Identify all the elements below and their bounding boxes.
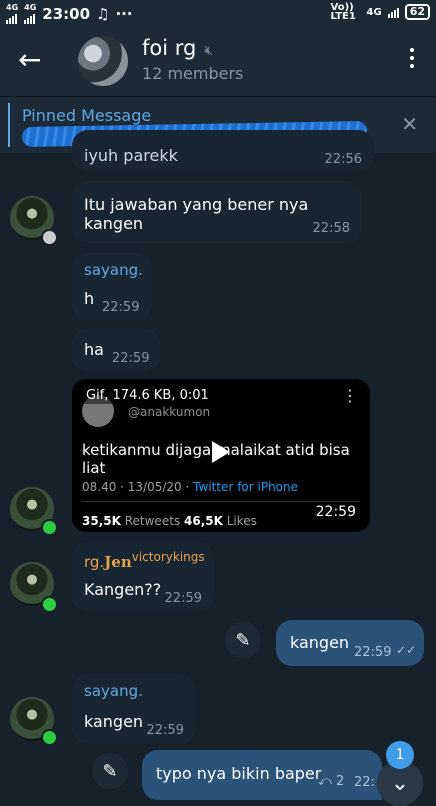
pinned-indicator [8, 103, 10, 147]
message-time: 22: [354, 775, 375, 790]
member-count: 12 members [142, 64, 244, 83]
chat-title: foi rg [142, 36, 197, 60]
signal-icon [387, 6, 399, 18]
retweet-label: Retweets [124, 514, 181, 528]
message-bubble[interactable]: ha 22:59 [72, 328, 160, 372]
network-indicator-1: 4G [6, 4, 18, 24]
unpin-icon[interactable]: ✕ [401, 112, 418, 136]
tweet-handle: @anakkumon [128, 405, 211, 419]
message-text: iyuh parekk [84, 146, 178, 165]
unread-badge: 1 [386, 741, 414, 769]
music-note-icon: ♫ [96, 5, 110, 23]
gif-info: Gif, 174.6 KB, 0:01 [82, 387, 213, 404]
sender-name-bold: Jen [104, 553, 132, 571]
gif-message[interactable]: Gif, 174.6 KB, 0:01 @anakkumon ⋮ ketikan… [72, 379, 370, 532]
network-indicator-2: 4G [24, 4, 36, 24]
more-vertical-icon[interactable]: ⋮ [342, 388, 358, 404]
message-text: typo nya bikin baper [156, 764, 322, 783]
message-bubble[interactable]: rg.Jenvictorykings Kangen?? 22:59 [72, 542, 214, 612]
back-arrow-icon[interactable]: ← [18, 46, 41, 74]
reply-count-value: 2 [336, 774, 345, 789]
group-avatar[interactable] [78, 36, 128, 86]
retweet-count: 35,5K [82, 514, 121, 528]
message-text: kangen [84, 712, 144, 731]
message-bubble[interactable]: sayang. h 22:59 [72, 253, 152, 321]
message-text: kangen [290, 633, 350, 652]
volte-label: Vo)) LTE1 [330, 2, 356, 22]
message-time: 22:58 [312, 221, 350, 236]
message-bubble[interactable]: sayang. kangen 22:59 [72, 674, 196, 744]
message-bubble-outgoing[interactable]: typo nya bikin baper ⤺ 2 22: [142, 750, 382, 800]
edit-pencil-icon[interactable]: ✎ [225, 622, 261, 658]
sender-suffix: victorykings [131, 550, 205, 564]
network-label-right: 4G [366, 6, 382, 18]
online-dot [41, 519, 58, 536]
message-bubble[interactable]: Itu jawaban yang bener nya kangen 22:58 [72, 181, 362, 243]
message-time: 22:56 [324, 152, 362, 167]
message-bubble-outgoing[interactable]: kangen 22:59 ✓✓ [276, 620, 424, 666]
tweet-source: Twitter for iPhone [193, 480, 299, 494]
muted-icon: 🔇︎ [204, 43, 214, 59]
reply-count: ⤺ 2 [318, 774, 345, 789]
pinned-label: Pinned Message [22, 106, 152, 125]
message-time: 22:59 [164, 591, 202, 606]
message-time: 22:59 [102, 300, 140, 315]
tweet-stats: 35,5K Retweets 46,5K Likes [82, 514, 257, 528]
like-count: 46,5K [184, 514, 223, 528]
online-dot [41, 729, 58, 746]
battery-icon: 62 [404, 4, 430, 20]
signal-icon [24, 12, 36, 24]
more-dots-icon: ··· [115, 5, 133, 23]
message-text: ha [84, 340, 104, 359]
sender-name[interactable]: sayang. [84, 682, 143, 700]
sender-name[interactable]: rg.Jenvictorykings [84, 550, 205, 571]
status-bar: 4G 4G 23:00 ♫ ··· Vo)) LTE1 4G 62 [0, 0, 436, 26]
message-text: Kangen?? [84, 580, 162, 599]
message-time: 22:59 [146, 723, 184, 738]
divider [82, 501, 360, 502]
chat-header: ← foi rg 🔇︎ 12 members [0, 26, 436, 96]
chat-title-area[interactable]: foi rg 🔇︎ [142, 36, 213, 60]
tweet-meta: 08.40 · 13/05/20 · Twitter for iPhone [82, 480, 298, 494]
clock: 23:00 [42, 5, 91, 23]
status-dot [41, 229, 58, 246]
edit-pencil-icon[interactable]: ✎ [92, 753, 128, 789]
message-time: 22:59 [354, 645, 392, 660]
message-time: 22:59 [315, 504, 356, 520]
sender-name[interactable]: sayang. [84, 261, 143, 279]
message-time: 22:59 [112, 351, 150, 366]
signal-icon [6, 12, 18, 24]
more-menu-icon[interactable] [410, 48, 414, 68]
play-icon[interactable] [212, 441, 230, 463]
tweet-date: 08.40 · 13/05/20 · [82, 480, 190, 494]
double-check-icon: ✓✓ [396, 643, 417, 657]
network-label-2: 4G [24, 3, 37, 12]
online-dot [41, 596, 58, 613]
message-text: h [84, 289, 95, 308]
like-label: Likes [226, 514, 257, 528]
network-label-1: 4G [6, 3, 19, 12]
message-bubble[interactable]: iyuh parekk 22:56 [72, 130, 374, 172]
sender-prefix: rg. [84, 553, 105, 571]
